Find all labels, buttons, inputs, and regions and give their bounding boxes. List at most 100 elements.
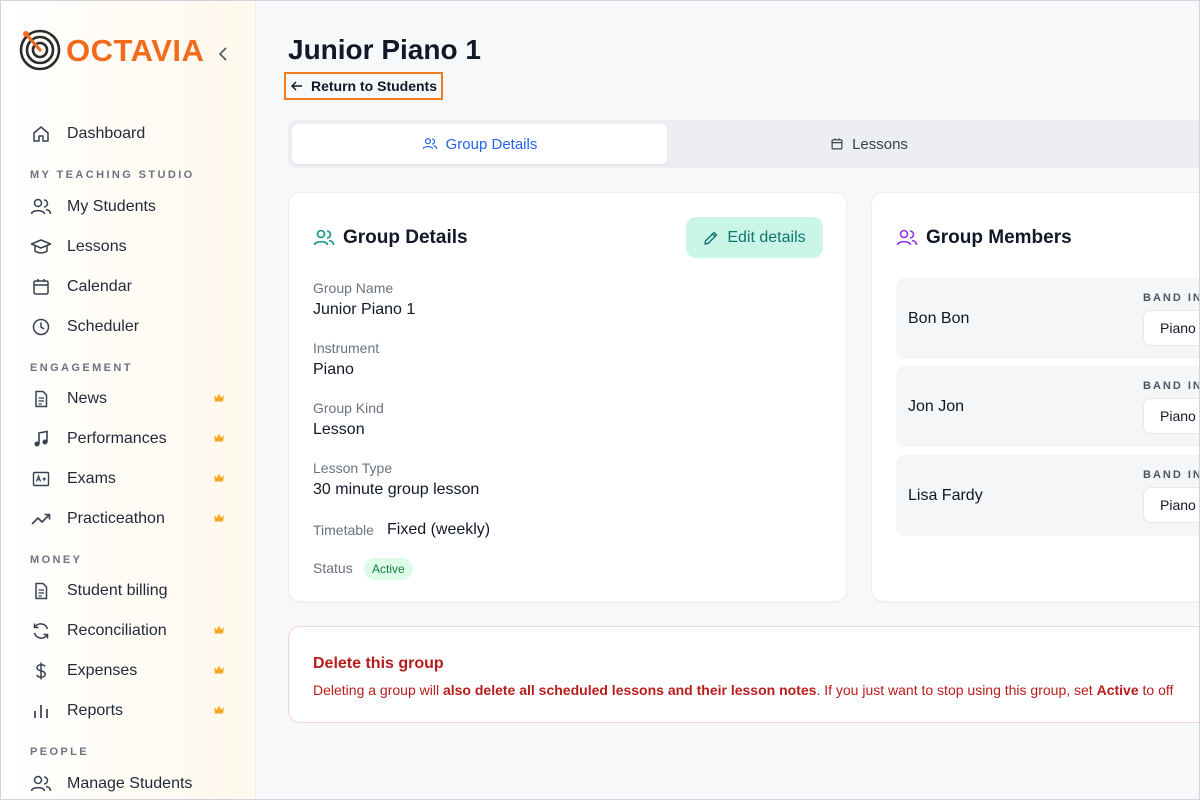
group-kind-value: Lesson — [313, 421, 365, 438]
pencil-icon — [704, 231, 718, 245]
crown-icon — [214, 474, 224, 482]
delete-group-title: Delete this group — [313, 655, 444, 672]
instrument-value: Piano — [313, 361, 354, 378]
refresh-icon — [30, 620, 52, 642]
member-row: Bon Bon BAND IN Piano — [896, 278, 1200, 359]
warning-text: . If you just want to stop using this gr… — [816, 682, 1097, 698]
crown-icon — [214, 666, 224, 674]
sidebar-item-practiceathon[interactable]: Practiceathon — [30, 503, 230, 535]
page-title: Junior Piano 1 — [288, 34, 481, 65]
timetable-value: Fixed (weekly) — [387, 521, 491, 538]
band-instrument-label: BAND IN — [1143, 292, 1200, 304]
clock-icon — [30, 316, 52, 338]
sidebar: OCTAVIA Dashboard MY TEACHING STUDIO My … — [0, 0, 256, 800]
crown-icon — [214, 394, 224, 402]
lesson-type-value: 30 minute group lesson — [313, 481, 480, 498]
sidebar-item-label: Dashboard — [67, 125, 146, 142]
sidebar-item-label: Scheduler — [67, 318, 140, 335]
calendar-icon — [30, 276, 52, 298]
group-members-heading: Group Members — [896, 227, 1072, 249]
band-instrument-label: BAND IN — [1143, 380, 1200, 392]
member-name: Lisa Fardy — [908, 487, 983, 504]
sidebar-item-performances[interactable]: Performances — [30, 423, 230, 455]
delete-group-warning: Deleting a group will also delete all sc… — [313, 682, 1173, 698]
section-money: MONEY — [30, 554, 83, 566]
tab-group-details[interactable]: Group Details — [292, 124, 667, 164]
users-icon — [313, 228, 335, 248]
sidebar-item-label: Reconciliation — [67, 622, 167, 639]
sidebar-item-dashboard[interactable]: Dashboard — [30, 118, 230, 150]
group-name-label: Group Name — [313, 280, 394, 296]
chevron-left-icon — [218, 47, 227, 61]
sidebar-item-label: Practiceathon — [67, 510, 165, 527]
return-to-students-label: Return to Students — [311, 78, 437, 94]
document-icon — [30, 388, 52, 410]
sidebar-item-label: Exams — [67, 470, 116, 487]
member-row: Jon Jon BAND IN Piano — [896, 366, 1200, 447]
crown-icon — [214, 626, 224, 634]
status-badge: Active — [364, 558, 413, 580]
tab-label: Group Details — [445, 135, 538, 153]
tab-lessons[interactable]: Lessons — [671, 124, 1067, 164]
sidebar-item-calendar[interactable]: Calendar — [30, 271, 230, 303]
card-title-text: Group Members — [926, 227, 1072, 248]
sidebar-item-label: Reports — [67, 702, 124, 719]
warning-text: to off — [1138, 682, 1174, 698]
section-my-teaching-studio: MY TEACHING STUDIO — [30, 169, 195, 181]
tab-label: Lessons — [852, 135, 908, 153]
sidebar-item-label: News — [67, 390, 108, 407]
receipt-icon — [30, 580, 52, 602]
sidebar-item-label: Manage Students — [67, 775, 193, 792]
sidebar-item-reconciliation[interactable]: Reconciliation — [30, 615, 230, 647]
group-kind-label: Group Kind — [313, 400, 384, 416]
dollar-icon — [30, 660, 52, 682]
crown-icon — [214, 706, 224, 714]
crown-icon — [214, 434, 224, 442]
users-icon — [422, 137, 438, 151]
graduation-cap-icon — [30, 236, 52, 258]
delete-group-panel: Delete this group Deleting a group will … — [288, 626, 1200, 723]
band-instrument-select[interactable]: Piano — [1143, 487, 1200, 523]
timetable-label: Timetable — [313, 522, 374, 538]
band-instrument-select[interactable]: Piano — [1143, 310, 1200, 346]
sidebar-item-manage-students[interactable]: Manage Students — [30, 768, 230, 800]
sidebar-item-label: Lessons — [67, 238, 127, 255]
users-icon — [30, 773, 52, 795]
member-row: Lisa Fardy BAND IN Piano — [896, 455, 1200, 536]
collapse-sidebar-button[interactable] — [214, 42, 232, 66]
tab-bar: Group Details Lessons — [288, 120, 1200, 168]
users-icon — [896, 228, 918, 248]
sidebar-item-exams[interactable]: Exams — [30, 463, 230, 495]
sidebar-item-lessons[interactable]: Lessons — [30, 231, 230, 263]
status-label: Status — [313, 560, 353, 576]
grade-icon — [30, 468, 52, 490]
sidebar-item-my-students[interactable]: My Students — [30, 191, 230, 223]
group-members-card: Group Members Bon Bon BAND IN Piano Jon … — [871, 192, 1200, 602]
edit-details-button[interactable]: Edit details — [686, 217, 823, 258]
crown-icon — [214, 514, 224, 522]
sidebar-item-news[interactable]: News — [30, 383, 230, 415]
return-to-students-button[interactable]: Return to Students — [284, 72, 443, 100]
logo-text: OCTAVIA — [66, 32, 205, 68]
sidebar-item-expenses[interactable]: Expenses — [30, 655, 230, 687]
active-emphasis: Active — [1096, 682, 1139, 698]
sidebar-item-label: Performances — [67, 430, 167, 447]
users-icon — [30, 196, 52, 218]
sidebar-item-student-billing[interactable]: Student billing — [30, 575, 230, 607]
sidebar-item-label: My Students — [67, 198, 156, 215]
warning-text: Deleting a group will — [313, 682, 443, 698]
band-instrument-select[interactable]: Piano — [1143, 398, 1200, 434]
bar-chart-icon — [30, 700, 52, 722]
group-details-card: Group Details Edit details Group Name Ju… — [288, 192, 847, 602]
sidebar-item-reports[interactable]: Reports — [30, 695, 230, 727]
section-engagement: ENGAGEMENT — [30, 362, 133, 374]
sidebar-item-label: Calendar — [67, 278, 132, 295]
sidebar-item-scheduler[interactable]: Scheduler — [30, 311, 230, 343]
edit-details-label: Edit details — [727, 228, 806, 246]
member-name: Jon Jon — [908, 398, 965, 415]
sidebar-item-label: Expenses — [67, 662, 138, 679]
group-name-value: Junior Piano 1 — [313, 301, 416, 318]
home-icon — [30, 123, 52, 145]
lesson-type-label: Lesson Type — [313, 460, 393, 476]
logo[interactable]: OCTAVIA — [18, 28, 204, 72]
